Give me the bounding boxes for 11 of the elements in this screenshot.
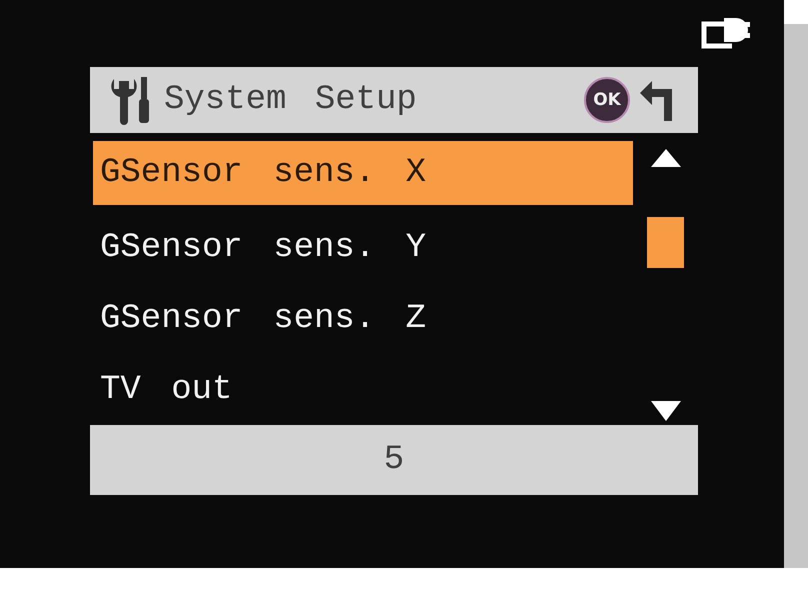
return-arrow-icon [640,79,674,121]
down-arrow-icon [650,401,680,421]
menu-item[interactable]: GSensor sens. Y [93,212,633,283]
up-arrow-icon [650,149,680,167]
menu-item[interactable]: GSensor sens. Z [93,283,633,354]
ok-button[interactable]: OK [584,77,630,123]
scrollbar-thumb[interactable] [647,217,684,268]
menu-item[interactable]: GSensor sens. X [93,141,633,205]
menu-item[interactable]: TV out [93,354,633,425]
value-text: 5 [384,441,404,479]
header-title: System Setup [164,81,418,119]
